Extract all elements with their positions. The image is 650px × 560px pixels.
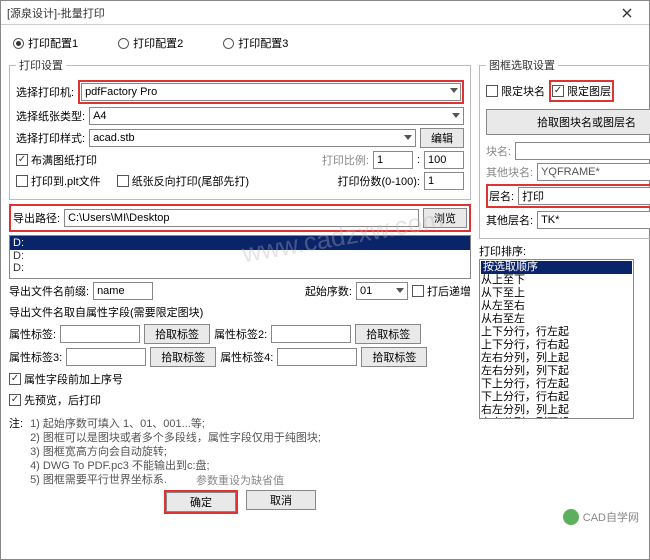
radio-config3[interactable]: 打印配置3 [223,35,288,51]
paper-select[interactable]: A4 [89,107,464,125]
watermark-logo: CAD自学网 [563,509,639,525]
frame-select-group: 图框选取设置 限定块名 限定图层 拾取图块名或图层名 块名: 其他块名: 层名:… [479,57,650,239]
notes-area: 1) 起始序数可填入 1、01、001...等;2) 图框可以是图块或者多个多段… [27,414,471,470]
order-listbox[interactable]: 按选取顺序 从上至下 从下至上 从左至右 从右至左 上下分行，行左起 上下分行，… [479,259,634,419]
style-label: 选择打印样式: [16,130,85,146]
list-item[interactable]: 下上分行，行右起 [481,391,632,404]
list-item[interactable]: 按选取顺序 [481,261,632,274]
browse-button[interactable]: 浏览 [423,208,467,228]
grab-name-button[interactable]: 拾取图块名或图层名 [486,109,650,135]
list-item[interactable]: 右左分列，列下起 [481,417,632,419]
ok-button[interactable]: 确定 [166,492,236,512]
start-select[interactable]: 01 [356,282,408,300]
ratio-a-input[interactable] [373,151,413,169]
limit-block-checkbox[interactable]: 限定块名 [486,83,545,99]
preview-checkbox[interactable]: 先预览，后打印 [9,392,101,408]
edit-button[interactable]: 编辑 [420,128,464,148]
printer-select[interactable]: pdfFactory Pro [81,83,461,101]
addseq-checkbox[interactable]: 属性字段前加上序号 [9,371,123,387]
list-item[interactable]: 上下分行，行右起 [481,339,632,352]
outpath-label: 导出路径: [13,210,60,226]
otherlayer-input[interactable] [537,211,650,229]
list-item[interactable]: 从右至左 [481,313,632,326]
reverse-checkbox[interactable]: 纸张反向打印(尾部先打) [117,173,249,189]
otherblock-input[interactable] [537,163,650,181]
paper-label: 选择纸张类型: [16,108,85,124]
grab1-button[interactable]: 拾取标签 [144,324,210,344]
tag1-input[interactable] [60,325,140,343]
list-item[interactable]: 左右分列，列上起 [481,352,632,365]
close-icon[interactable] [611,3,643,23]
grab4-button[interactable]: 拾取标签 [361,347,427,367]
list-item[interactable]: 从上至下 [481,274,632,287]
list-item[interactable]: 上下分行，行左起 [481,326,632,339]
fullpaper-checkbox[interactable]: 布满图纸打印 [16,152,97,168]
list-item[interactable]: 右左分列，列上起 [481,404,632,417]
blockname-input[interactable] [515,142,650,160]
printer-label: 选择打印机: [16,84,74,100]
tag3-input[interactable] [66,348,146,366]
layername-input[interactable] [518,187,650,205]
radio-config1[interactable]: 打印配置1 [13,35,78,51]
list-item[interactable]: 下上分行，行左起 [481,378,632,391]
prefix-input[interactable] [93,282,153,300]
style-select[interactable]: acad.stb [89,129,416,147]
path-listbox[interactable]: D: D: D: [9,235,471,279]
grab2-button[interactable]: 拾取标签 [355,324,421,344]
limit-layer-checkbox[interactable]: 限定图层 [552,83,611,99]
outpath-input[interactable] [64,209,419,227]
radio-config2[interactable]: 打印配置2 [118,35,183,51]
list-item[interactable]: 从左至右 [481,300,632,313]
cancel-button[interactable]: 取消 [246,490,316,510]
tag2-input[interactable] [271,325,351,343]
ratio-b-input[interactable] [424,151,464,169]
plt-checkbox[interactable]: 打印到.plt文件 [16,173,101,189]
print-settings-group: 打印设置 选择打印机: pdfFactory Pro 选择纸张类型: A4 选择… [9,57,471,200]
tag4-input[interactable] [277,348,357,366]
grab3-button[interactable]: 拾取标签 [150,347,216,367]
list-item[interactable]: 左右分列，列下起 [481,365,632,378]
copies-input[interactable] [424,172,464,190]
append-checkbox[interactable]: 打后递增 [412,283,471,299]
list-item[interactable]: 从下至上 [481,287,632,300]
window-title: [源泉设计]-批量打印 [7,5,611,21]
